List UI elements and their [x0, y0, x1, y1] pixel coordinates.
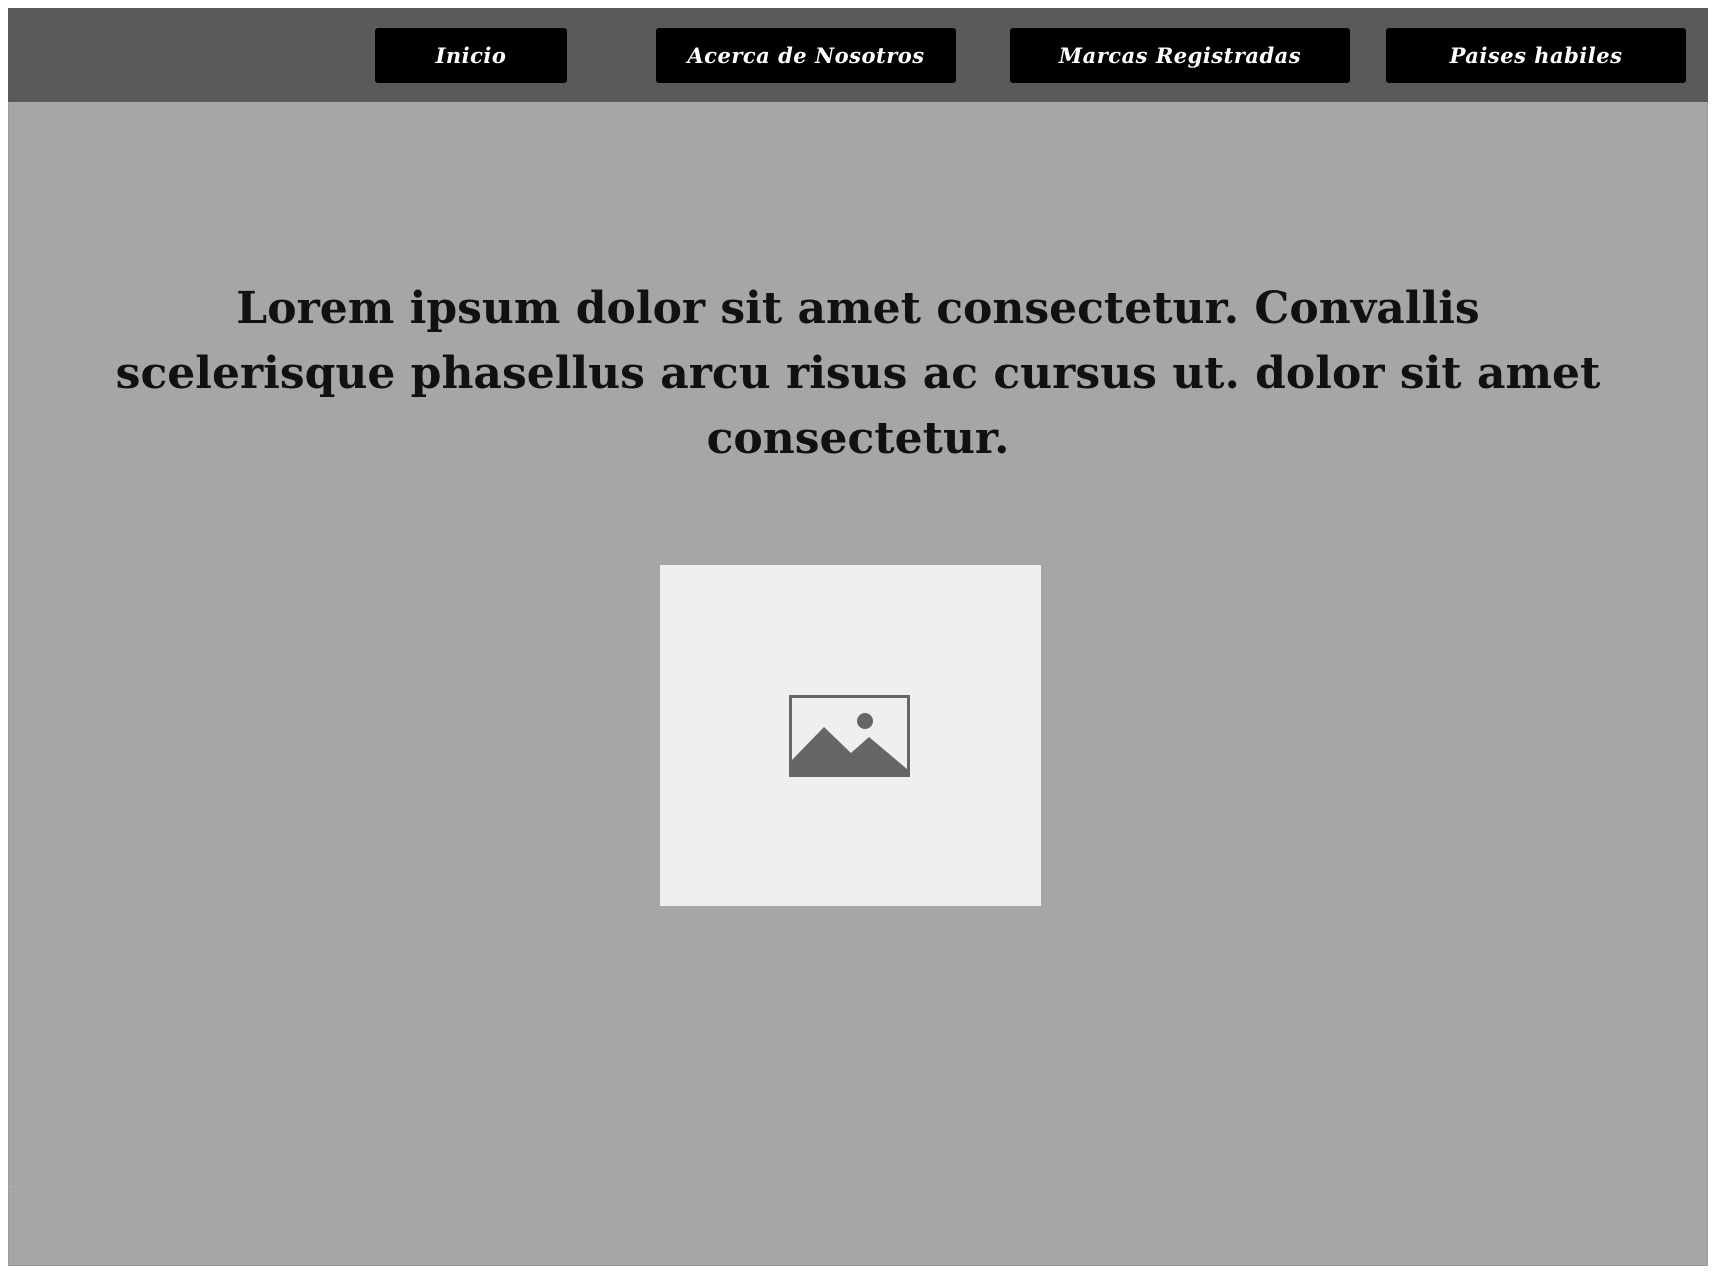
nav-button-acerca-de-nosotros[interactable]: Acerca de Nosotros	[656, 28, 956, 83]
page-frame: Inicio Acerca de Nosotros Marcas Registr…	[8, 8, 1708, 1266]
nav-button-inicio[interactable]: Inicio	[375, 28, 567, 83]
footer-divider	[8, 1186, 1708, 1187]
top-navbar: Inicio Acerca de Nosotros Marcas Registr…	[8, 8, 1708, 102]
hero-text: Lorem ipsum dolor sit amet consectetur. …	[115, 283, 1601, 464]
nav-button-marcas-registradas[interactable]: Marcas Registradas	[1010, 28, 1350, 83]
nav-button-paises-habiles[interactable]: Paises habiles	[1386, 28, 1686, 83]
image-icon	[789, 695, 910, 777]
image-placeholder	[660, 565, 1041, 906]
